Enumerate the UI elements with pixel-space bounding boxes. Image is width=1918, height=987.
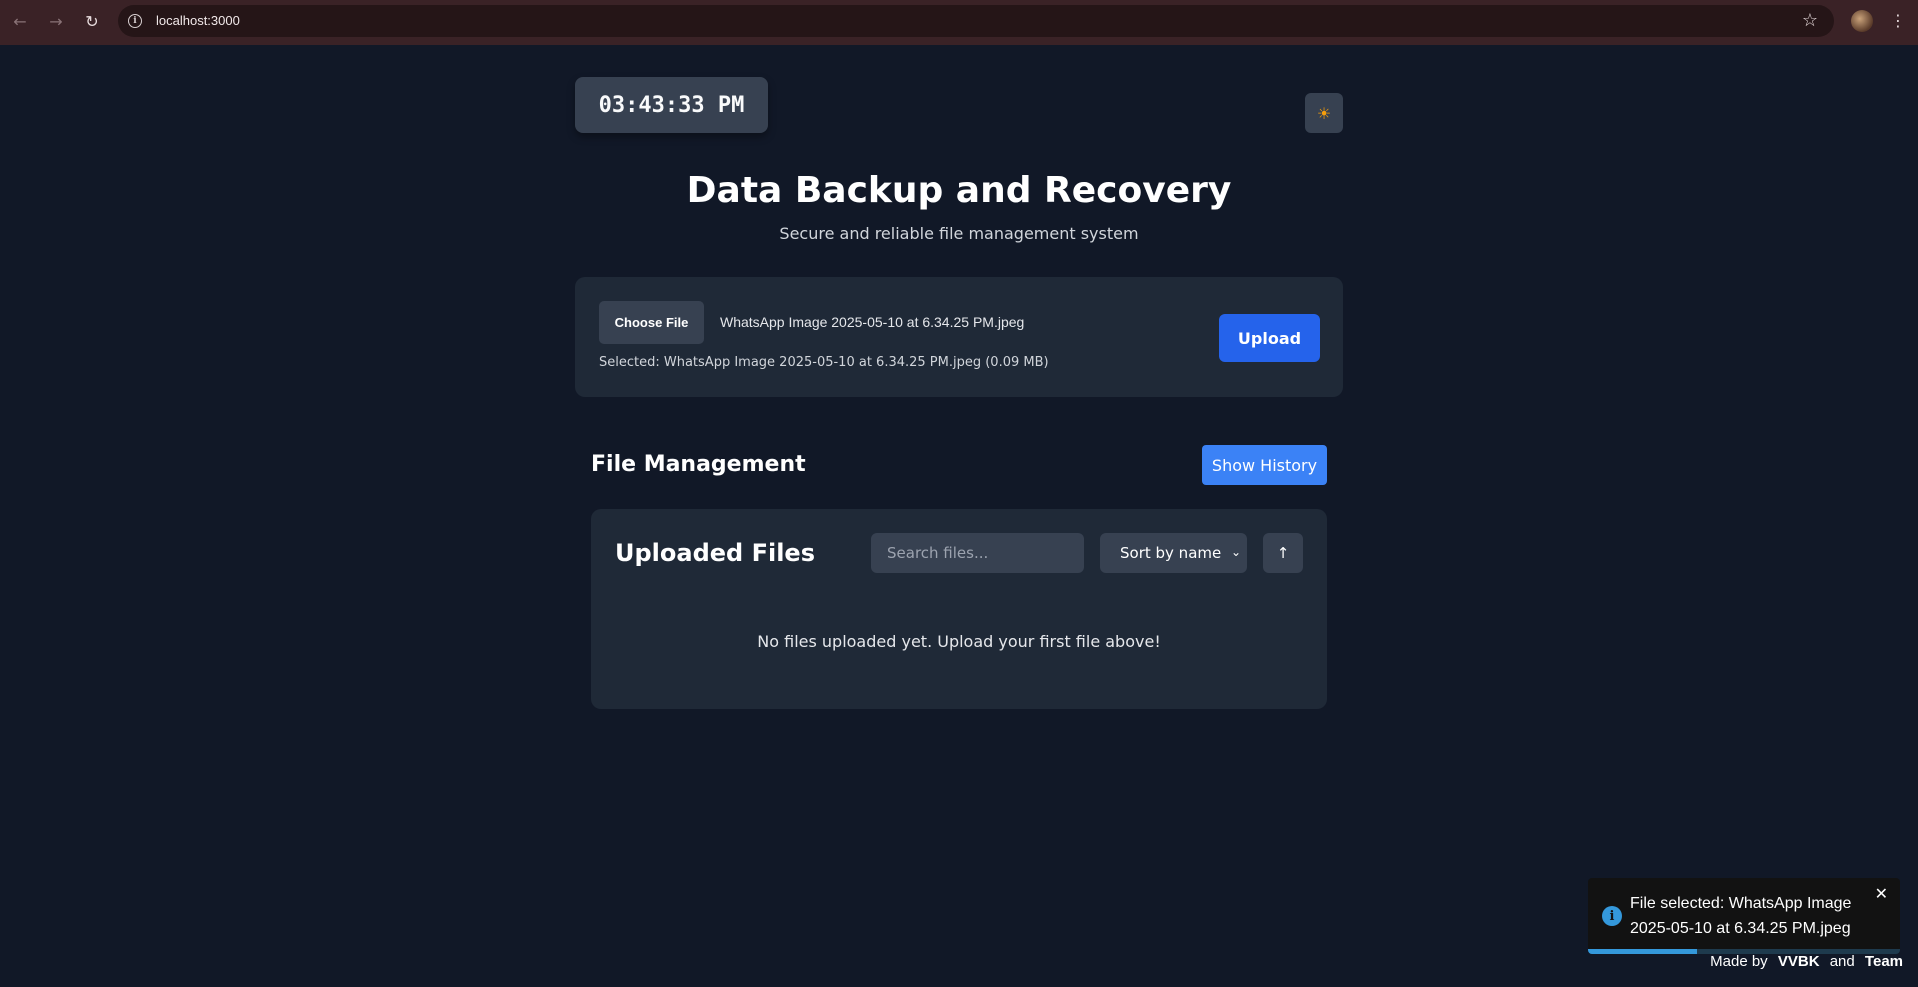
upload-button[interactable]: Upload (1219, 314, 1320, 362)
toast-message: File selected: WhatsApp Image 2025-05-10… (1630, 895, 1852, 937)
sort-select[interactable]: Sort by name ⌄ (1100, 533, 1247, 573)
close-icon[interactable]: ✕ (1875, 884, 1888, 903)
footer-joiner: and (1829, 953, 1855, 970)
page-subtitle: Secure and reliable file management syst… (779, 224, 1139, 243)
footer-prefix: Made by (1710, 953, 1768, 970)
footer-team: Team (1864, 953, 1903, 970)
show-history-button[interactable]: Show History (1202, 445, 1327, 485)
arrow-up-icon: ↑ (1276, 544, 1290, 562)
search-input[interactable] (871, 533, 1084, 573)
star-icon[interactable]: ☆ (1802, 10, 1818, 31)
chevron-down-icon: ⌄ (1230, 545, 1241, 559)
info-icon: i (1602, 906, 1622, 926)
footer-author: VVBK (1777, 953, 1820, 970)
info-icon[interactable]: i (128, 14, 142, 28)
browser-toolbar: ← → ↻ i localhost:3000 ☆ ⋮ (0, 0, 1918, 45)
sort-select-value: Sort by name (1120, 544, 1222, 562)
selected-file-info: Selected: WhatsApp Image 2025-05-10 at 6… (599, 355, 1049, 370)
back-icon[interactable]: ← (8, 9, 32, 33)
profile-avatar[interactable] (1851, 10, 1873, 32)
page-title: Data Backup and Recovery (686, 170, 1232, 211)
section-title: File Management (591, 452, 806, 477)
empty-state-message: No files uploaded yet. Upload your first… (757, 632, 1161, 651)
toast-notification: i File selected: WhatsApp Image 2025-05-… (1588, 878, 1900, 954)
url-text[interactable]: localhost:3000 (156, 13, 240, 28)
theme-toggle-button[interactable]: ☀ (1305, 93, 1343, 133)
chosen-filename: WhatsApp Image 2025-05-10 at 6.34.25 PM.… (720, 314, 1025, 330)
toast-progress-bar (1588, 949, 1698, 954)
kebab-menu-icon[interactable]: ⋮ (1890, 11, 1906, 31)
sun-icon: ☀ (1316, 103, 1332, 123)
clock-display: 03:43:33 PM (575, 77, 768, 133)
uploaded-files-card: Uploaded Files Sort by name ⌄ ↑ No files… (591, 509, 1327, 709)
uploaded-files-title: Uploaded Files (615, 539, 815, 567)
address-bar[interactable]: i localhost:3000 ☆ (118, 5, 1834, 37)
choose-file-button[interactable]: Choose File (599, 301, 704, 344)
forward-icon[interactable]: → (44, 9, 68, 33)
reload-icon[interactable]: ↻ (80, 9, 104, 33)
upload-card: Choose File WhatsApp Image 2025-05-10 at… (575, 277, 1343, 397)
footer-credit: Made by VVBK and Team (1710, 953, 1903, 970)
sort-direction-button[interactable]: ↑ (1263, 533, 1303, 573)
